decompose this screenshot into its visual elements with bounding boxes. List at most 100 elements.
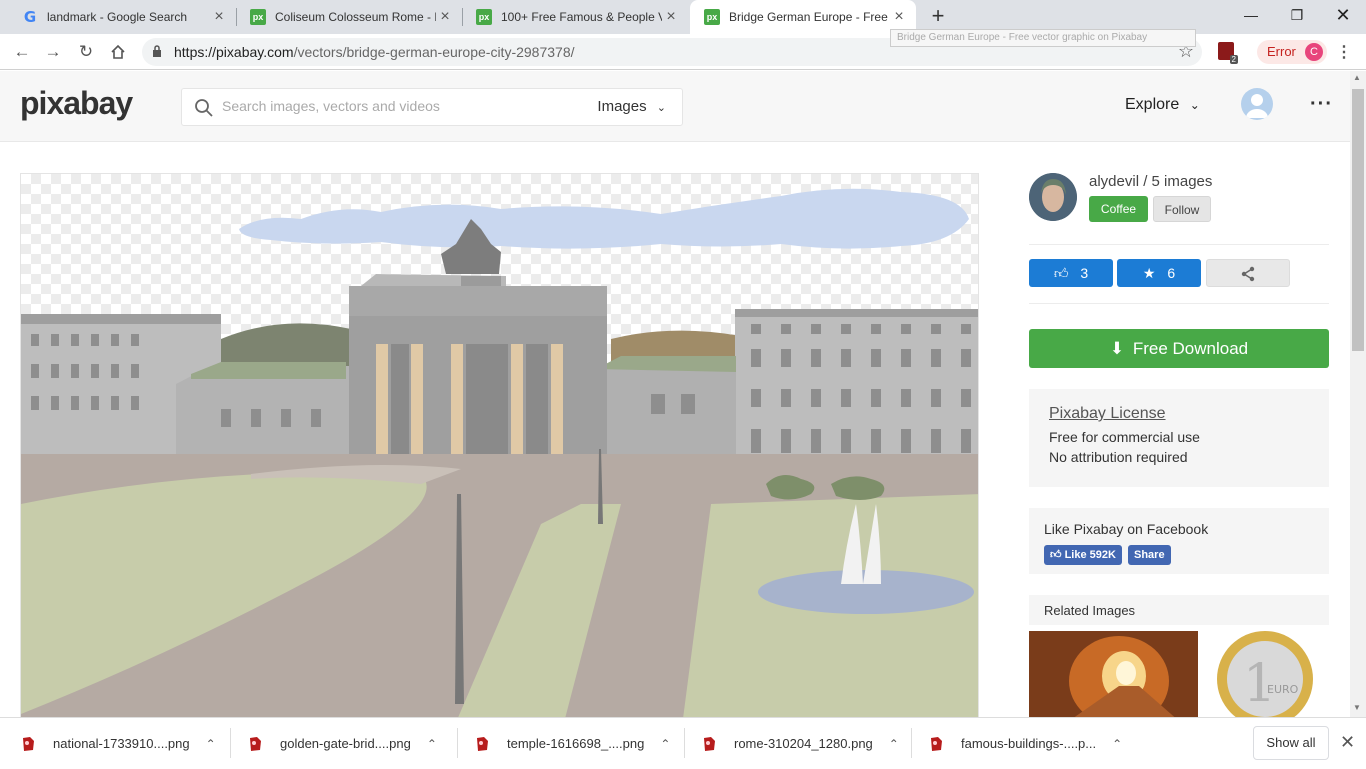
search-icon[interactable] bbox=[194, 98, 214, 118]
svg-text:EURO: EURO bbox=[1267, 683, 1299, 696]
coffee-button[interactable]: Coffee bbox=[1089, 196, 1148, 222]
close-tab-icon[interactable]: × bbox=[662, 8, 680, 26]
like-count: 3 bbox=[1080, 265, 1089, 281]
facebook-share-button[interactable]: Share bbox=[1128, 545, 1171, 565]
explore-label: Explore bbox=[1125, 96, 1180, 113]
download-icon: ⬇︎ bbox=[1109, 339, 1125, 358]
search-box: Images ⌄ bbox=[181, 88, 683, 126]
download-label: Free Download bbox=[1132, 339, 1249, 358]
related-image-tunnel[interactable] bbox=[1029, 631, 1198, 717]
download-filename: national-1733910....png bbox=[53, 736, 190, 751]
share-button[interactable] bbox=[1206, 259, 1290, 287]
close-icon[interactable]: ✕ bbox=[1340, 732, 1355, 753]
thumbs-up-icon: 👍︎ bbox=[1050, 549, 1062, 561]
divider bbox=[1029, 244, 1329, 245]
download-item[interactable]: famous-buildings-....p... ⌃ bbox=[928, 718, 1122, 769]
like-button[interactable]: 👍︎ 3 bbox=[1029, 259, 1113, 287]
tab-tooltip: Bridge German Europe - Free vector graph… bbox=[890, 29, 1196, 47]
facebook-box: Like Pixabay on Facebook 👍︎ Like 592K Sh… bbox=[1029, 508, 1329, 574]
minimize-button[interactable]: — bbox=[1228, 0, 1274, 30]
brandenburg-gate-illustration bbox=[21, 188, 978, 717]
downloads-bar: national-1733910....png ⌃ golden-gate-br… bbox=[0, 717, 1366, 768]
home-icon[interactable] bbox=[106, 40, 130, 64]
search-input[interactable] bbox=[222, 98, 582, 114]
license-box: Pixabay License Free for commercial use … bbox=[1029, 389, 1329, 487]
chevron-up-icon[interactable]: ⌃ bbox=[1112, 737, 1122, 751]
download-filename: rome-310204_1280.png bbox=[734, 736, 873, 751]
pixabay-logo[interactable]: pixabay bbox=[20, 85, 133, 122]
media-type-select[interactable]: Images ⌄ bbox=[597, 98, 666, 115]
author-avatar[interactable] bbox=[1029, 173, 1077, 221]
chevron-up-icon[interactable]: ⌃ bbox=[889, 737, 899, 751]
favorite-count: 6 bbox=[1167, 265, 1176, 281]
browser-menu-icon[interactable]: ⋮ bbox=[1336, 42, 1352, 62]
tab-famous-people[interactable]: px 100+ Free Famous & People V × bbox=[462, 0, 688, 34]
chevron-up-icon[interactable]: ⌃ bbox=[206, 737, 216, 751]
download-separator bbox=[230, 728, 231, 758]
profile-avatar: C bbox=[1305, 43, 1323, 61]
license-line: No attribution required bbox=[1049, 449, 1188, 465]
facebook-like-button[interactable]: 👍︎ Like 592K bbox=[1044, 545, 1122, 565]
pixabay-favicon: px bbox=[250, 9, 266, 25]
more-options-icon[interactable]: ··· bbox=[1310, 93, 1333, 116]
url-path: /vectors/bridge-german-europe-city-29873… bbox=[293, 44, 575, 60]
tab-landmark-google-search[interactable]: G landmark - Google Search × bbox=[8, 0, 236, 34]
follow-button[interactable]: Follow bbox=[1153, 196, 1211, 222]
site-header: pixabay Images ⌄ Explore ⌄ ··· bbox=[0, 71, 1350, 142]
favorite-button[interactable]: ★ 6 bbox=[1117, 259, 1201, 287]
chevron-up-icon[interactable]: ⌃ bbox=[660, 737, 670, 751]
media-type-label: Images bbox=[597, 98, 647, 115]
download-separator bbox=[911, 728, 912, 758]
chevron-up-icon[interactable]: ⌃ bbox=[427, 737, 437, 751]
download-item[interactable]: golden-gate-brid....png ⌃ bbox=[247, 718, 437, 769]
back-arrow-icon[interactable]: ← bbox=[10, 40, 34, 64]
page-scrollbar[interactable]: ▲ ▼ bbox=[1350, 71, 1366, 717]
explore-menu[interactable]: Explore ⌄ bbox=[1125, 96, 1200, 114]
author-link[interactable]: alydevil / 5 images bbox=[1089, 173, 1212, 190]
page-content: pixabay Images ⌄ Explore ⌄ ··· bbox=[0, 71, 1350, 717]
forward-arrow-icon[interactable]: → bbox=[41, 40, 65, 64]
restore-button[interactable]: ❐ bbox=[1274, 0, 1320, 30]
scrollbar-thumb[interactable] bbox=[1352, 89, 1364, 351]
download-filename: golden-gate-brid....png bbox=[280, 736, 411, 751]
new-tab-button[interactable]: + bbox=[926, 4, 950, 28]
download-item[interactable]: temple-1616698_....png ⌃ bbox=[474, 718, 670, 769]
license-link[interactable]: Pixabay License bbox=[1049, 405, 1309, 423]
tab-coliseum[interactable]: px Coliseum Colosseum Rome - F × bbox=[236, 0, 462, 34]
divider bbox=[1029, 303, 1329, 304]
main-vector-image[interactable] bbox=[20, 173, 979, 717]
show-all-button[interactable]: Show all bbox=[1253, 726, 1329, 760]
profile-error-button[interactable]: Error C bbox=[1257, 40, 1327, 64]
scroll-up-icon[interactable]: ▲ bbox=[1353, 73, 1361, 82]
close-tab-icon[interactable]: × bbox=[890, 8, 908, 26]
star-icon: ★ bbox=[1142, 265, 1156, 281]
tab-bridge-german-europe[interactable]: px Bridge German Europe - Free V × bbox=[690, 0, 916, 34]
download-filename: temple-1616698_....png bbox=[507, 736, 645, 751]
download-item[interactable]: rome-310204_1280.png ⌃ bbox=[701, 718, 899, 769]
download-item[interactable]: national-1733910....png ⌃ bbox=[20, 718, 216, 769]
chevron-down-icon: ⌄ bbox=[656, 102, 666, 114]
reload-icon[interactable]: ↻ bbox=[74, 40, 98, 64]
pixabay-favicon: px bbox=[476, 9, 492, 25]
facebook-like-label: Like 592K bbox=[1064, 549, 1116, 561]
user-avatar-icon[interactable] bbox=[1241, 88, 1273, 120]
share-icon bbox=[1241, 266, 1255, 282]
license-line: Free for commercial use bbox=[1049, 429, 1200, 445]
image-file-icon bbox=[704, 736, 715, 751]
close-tab-icon[interactable]: × bbox=[436, 8, 454, 26]
tab-title: Bridge German Europe - Free V bbox=[729, 10, 890, 24]
download-separator bbox=[457, 728, 458, 758]
google-icon: G bbox=[23, 8, 37, 26]
free-download-button[interactable]: ⬇︎ Free Download bbox=[1029, 329, 1329, 368]
download-separator bbox=[684, 728, 685, 758]
error-label: Error bbox=[1267, 44, 1296, 59]
pixabay-favicon: px bbox=[704, 9, 720, 25]
scroll-down-icon[interactable]: ▼ bbox=[1353, 703, 1361, 712]
related-image-euro-coin[interactable]: 1 EURO bbox=[1215, 631, 1315, 717]
close-tab-icon[interactable]: × bbox=[210, 8, 228, 26]
lock-icon bbox=[153, 45, 161, 57]
close-window-button[interactable]: ✕ bbox=[1320, 0, 1366, 30]
extension-badge: 2 bbox=[1229, 55, 1238, 64]
image-file-icon bbox=[250, 736, 261, 751]
extension-icon[interactable]: 2 bbox=[1218, 42, 1238, 64]
